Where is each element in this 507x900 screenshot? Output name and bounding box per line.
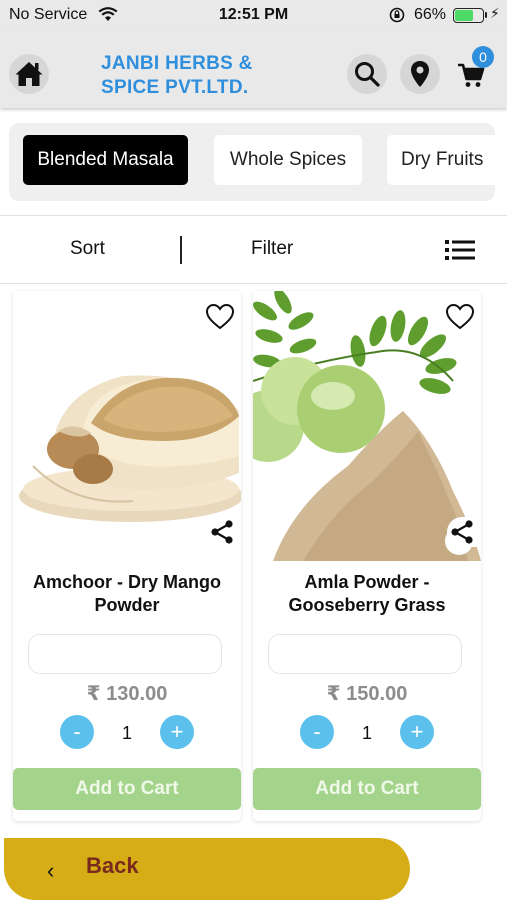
share-icon[interactable] bbox=[207, 517, 237, 547]
toolbar-separator bbox=[180, 236, 182, 264]
divider bbox=[0, 215, 507, 216]
product-price: ₹ 130.00 bbox=[86, 683, 168, 705]
back-button[interactable]: ‹ Back bbox=[4, 838, 410, 900]
status-bar: No Service 12:51 PM 66% ⚡ bbox=[0, 0, 507, 30]
variant-select[interactable] bbox=[268, 634, 462, 674]
variant-select[interactable] bbox=[28, 634, 222, 674]
quantity-value: 1 bbox=[121, 723, 132, 743]
quantity-decrease-button[interactable]: - bbox=[300, 715, 334, 749]
add-to-cart-button[interactable]: Add to Cart bbox=[253, 768, 481, 810]
add-to-cart-button[interactable]: Add to Cart bbox=[13, 768, 241, 810]
product-name-line: Powder bbox=[94, 595, 160, 615]
orientation-lock-icon bbox=[389, 7, 405, 28]
chevron-left-icon: ‹ bbox=[47, 858, 55, 883]
product-list-screen: No Service 12:51 PM 66% ⚡ JANBI HERBS & … bbox=[0, 0, 507, 900]
battery-tip bbox=[485, 12, 487, 18]
battery-percent: 66% bbox=[414, 6, 447, 23]
quantity-increase-button[interactable]: + bbox=[160, 715, 194, 749]
category-tabs: Blended Masala Whole Spices Dry Fruits bbox=[9, 123, 495, 201]
filter-button[interactable]: Filter bbox=[251, 238, 293, 260]
quantity-increase-button[interactable]: + bbox=[400, 715, 434, 749]
battery-icon bbox=[453, 8, 484, 23]
cart-count-badge: 0 bbox=[472, 46, 494, 68]
home-button[interactable] bbox=[9, 54, 49, 94]
search-button[interactable] bbox=[347, 54, 387, 94]
product-card[interactable]: Amla Powder - Gooseberry Grass ₹ 150.00 … bbox=[253, 291, 481, 821]
search-icon bbox=[355, 62, 380, 87]
brand-name: JANBI HERBS & SPICE PVT.LTD. bbox=[101, 52, 281, 100]
list-view-button[interactable] bbox=[445, 238, 475, 262]
divider bbox=[0, 283, 507, 284]
app-header: JANBI HERBS & SPICE PVT.LTD. 0 bbox=[0, 30, 507, 108]
location-button[interactable] bbox=[400, 54, 440, 94]
product-image-amchoor[interactable] bbox=[13, 291, 241, 561]
brand-line-1: JANBI HERBS & bbox=[101, 53, 253, 74]
quantity-decrease-button[interactable]: - bbox=[60, 715, 94, 749]
category-chip-blended-masala[interactable]: Blended Masala bbox=[23, 135, 188, 185]
product-name-line: Gooseberry Grass bbox=[288, 595, 446, 615]
product-image-amla[interactable] bbox=[253, 291, 481, 561]
brand-line-2: SPICE PVT.LTD. bbox=[101, 77, 249, 98]
location-pin-icon bbox=[411, 61, 429, 87]
quantity-value: 1 bbox=[361, 723, 372, 743]
wishlist-heart-icon[interactable] bbox=[445, 303, 475, 331]
product-name-line: Amchoor - Dry Mango bbox=[32, 572, 221, 592]
home-icon bbox=[15, 62, 43, 86]
list-view-icon bbox=[445, 240, 475, 260]
sort-button[interactable]: Sort bbox=[70, 238, 105, 260]
product-price: ₹ 150.00 bbox=[326, 683, 408, 705]
charging-bolt-icon: ⚡ bbox=[490, 5, 500, 21]
back-label: Back bbox=[86, 853, 139, 878]
category-chip-dry-fruits[interactable]: Dry Fruits bbox=[387, 135, 495, 185]
category-chip-whole-spices[interactable]: Whole Spices bbox=[214, 135, 362, 185]
product-name-line: Amla Powder - bbox=[304, 572, 430, 592]
product-name: Amchoor - Dry Mango Powder bbox=[17, 571, 237, 617]
product-card[interactable]: Amchoor - Dry Mango Powder ₹ 130.00 - 1 … bbox=[13, 291, 241, 821]
product-name: Amla Powder - Gooseberry Grass bbox=[257, 571, 477, 617]
share-icon[interactable] bbox=[447, 517, 477, 547]
wishlist-heart-icon[interactable] bbox=[205, 303, 235, 331]
